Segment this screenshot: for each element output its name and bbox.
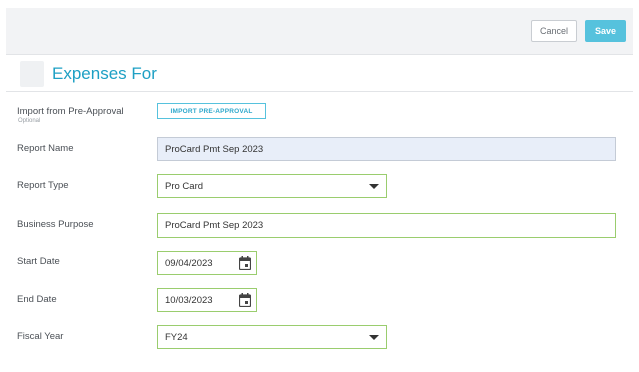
fiscal-year-label: Fiscal Year <box>17 331 64 342</box>
report-name-field[interactable]: ProCard Pmt Sep 2023 <box>157 137 616 161</box>
report-name-value: ProCard Pmt Sep 2023 <box>165 143 264 155</box>
header-divider <box>6 91 633 92</box>
chevron-down-icon <box>369 184 379 189</box>
fiscal-year-select[interactable]: FY24 <box>157 325 387 349</box>
optional-label: Optional <box>18 118 41 124</box>
end-date-field[interactable]: 10/03/2023 <box>157 288 257 312</box>
start-date-value: 09/04/2023 <box>165 257 213 269</box>
report-name-label: Report Name <box>17 143 74 154</box>
import-pre-approval-button[interactable]: IMPORT PRE-APPROVAL <box>157 103 266 119</box>
chevron-down-icon <box>369 335 379 340</box>
calendar-icon[interactable] <box>239 256 251 270</box>
logo-placeholder <box>20 61 44 87</box>
report-type-label: Report Type <box>17 180 69 191</box>
report-type-value: Pro Card <box>165 180 204 192</box>
business-purpose-label: Business Purpose <box>17 219 94 230</box>
import-label: Import from Pre-Approval <box>17 106 124 117</box>
fiscal-year-value: FY24 <box>165 331 188 343</box>
end-date-value: 10/03/2023 <box>165 294 213 306</box>
business-purpose-field[interactable]: ProCard Pmt Sep 2023 <box>157 213 616 238</box>
start-date-field[interactable]: 09/04/2023 <box>157 251 257 275</box>
save-button[interactable]: Save <box>585 20 626 42</box>
page-title: Expenses For <box>52 64 157 83</box>
cancel-button[interactable]: Cancel <box>531 20 577 42</box>
end-date-label: End Date <box>17 294 57 305</box>
report-type-select[interactable]: Pro Card <box>157 174 387 198</box>
business-purpose-value: ProCard Pmt Sep 2023 <box>165 220 264 231</box>
start-date-label: Start Date <box>17 256 60 267</box>
calendar-icon[interactable] <box>239 293 251 307</box>
